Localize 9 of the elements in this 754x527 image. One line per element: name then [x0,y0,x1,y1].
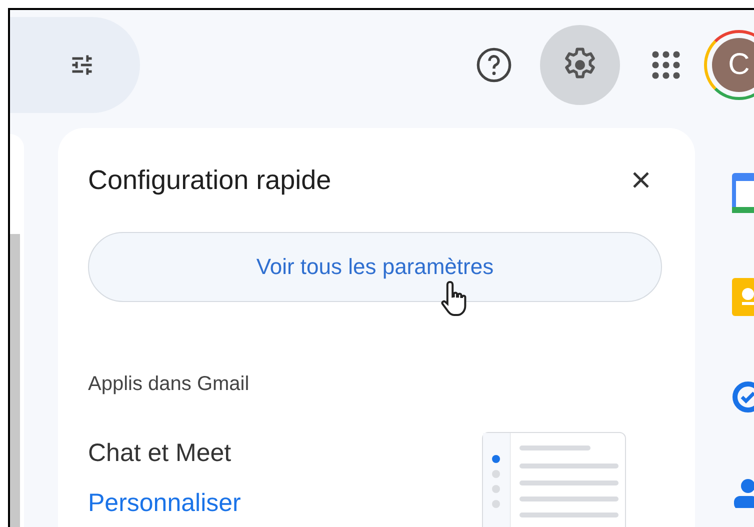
customize-link[interactable]: Personnaliser [88,488,241,518]
tasks-icon[interactable] [732,381,754,413]
section-label: Applis dans Gmail [88,372,250,396]
panel-title: Configuration rapide [88,164,332,196]
help-icon [474,45,514,85]
option-label: Chat et Meet [88,438,232,468]
account-avatar[interactable]: C [704,30,754,100]
person-icon[interactable] [732,478,754,508]
all-settings-button[interactable]: Voir tous les paramètres [88,232,662,302]
